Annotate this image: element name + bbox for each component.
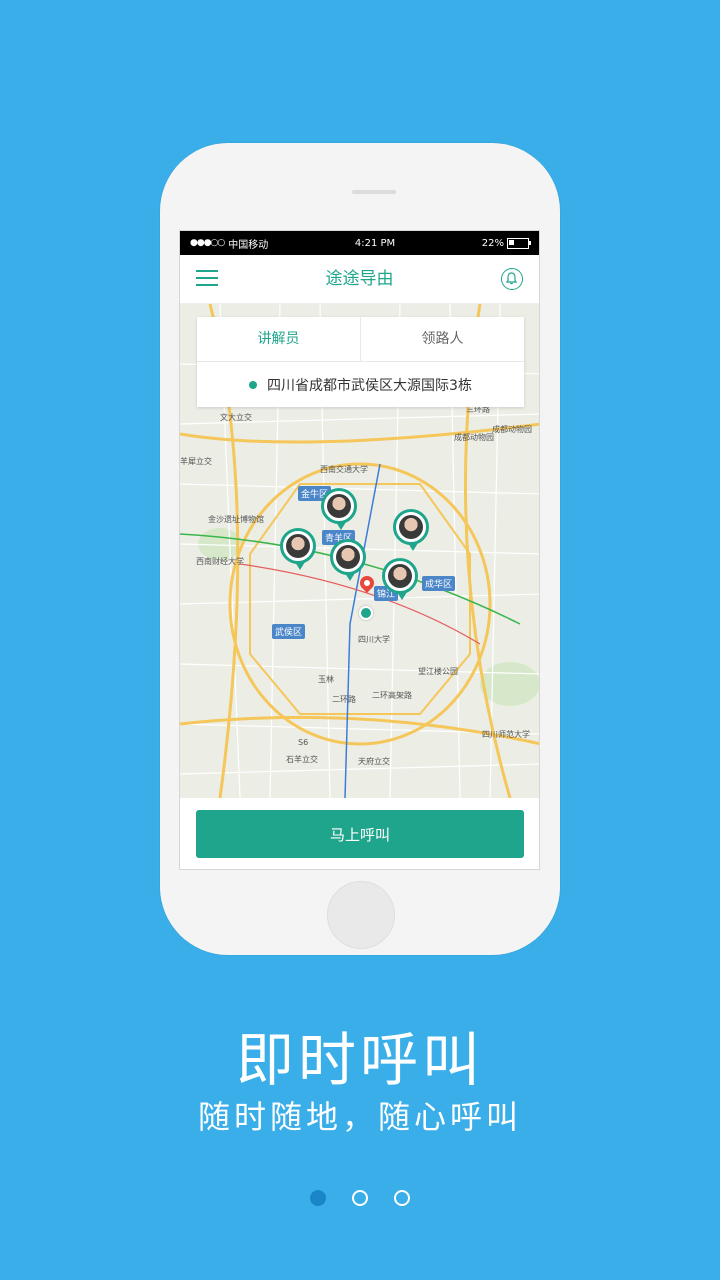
map-label: 成都动物园: [492, 425, 532, 434]
guide-avatar-pin[interactable]: [382, 558, 418, 600]
page-dot[interactable]: [310, 1190, 326, 1206]
map-label: 西南财经大学: [196, 557, 244, 566]
current-location-icon: [359, 606, 373, 620]
district-tag: 成华区: [422, 576, 456, 591]
map-label: 西南交通大学: [320, 465, 368, 474]
map-label: 文大立交: [220, 413, 252, 422]
map-label: 天府立交: [358, 757, 390, 766]
phone-speaker: [352, 190, 396, 194]
map-view[interactable]: 文大立交 成都动物园 成都动物园 西南交通大学 金沙遗址博物馆 西南财经大学 四…: [180, 304, 539, 798]
map-label: 四川师范大学: [482, 730, 530, 739]
carrier-name: 中国移动: [228, 239, 269, 251]
battery-percent: 22%: [481, 237, 504, 249]
status-time: 4:21 PM: [354, 237, 396, 249]
guide-avatar-pin[interactable]: [330, 539, 366, 581]
map-label: 成都动物园: [454, 433, 494, 442]
signal-indicator: ●●●○○: [190, 238, 225, 248]
app-title: 途途导由: [325, 269, 394, 289]
battery-icon: [506, 237, 531, 249]
app-screen: ●●●○○ 中国移动 4:21 PM 22% 途途导由 文大立交 成都动物园 成…: [179, 230, 540, 870]
tab-guide[interactable]: 讲解员: [197, 317, 360, 361]
map-label: 四川大学: [358, 635, 390, 644]
page-dot[interactable]: [352, 1190, 368, 1206]
feature-headline: 即时呼叫: [235, 1026, 484, 1094]
map-label: 二环路: [332, 695, 356, 704]
tab-leader[interactable]: 领路人: [360, 317, 524, 361]
call-now-button[interactable]: 马上呼叫: [196, 810, 524, 858]
guide-avatar-pin[interactable]: [393, 509, 429, 551]
district-tag: 武侯区: [272, 624, 306, 639]
footer-bar: 马上呼叫: [180, 798, 539, 869]
map-label: 羊犀立交: [180, 457, 212, 466]
page-dot[interactable]: [394, 1190, 410, 1206]
navbar: 途途导由: [180, 255, 539, 304]
map-label: 石羊立交: [286, 755, 318, 764]
phone-frame: ●●●○○ 中国移动 4:21 PM 22% 途途导由 文大立交 成都动物园 成…: [160, 143, 560, 955]
guide-avatar-pin[interactable]: [280, 528, 316, 570]
guide-avatar-pin[interactable]: [321, 488, 357, 530]
bell-icon[interactable]: [501, 268, 523, 290]
map-label: 玉林: [318, 675, 334, 684]
search-card: 讲解员 领路人 四川省成都市武侯区大源国际3栋: [197, 317, 524, 407]
map-label: 二环高架路: [372, 691, 412, 700]
map-label: 望江楼公园: [418, 667, 458, 676]
guide-type-tabs: 讲解员 领路人: [197, 317, 524, 362]
feature-subline: 随时随地，随心呼叫: [197, 1098, 522, 1136]
address-text: 四川省成都市武侯区大源国际3栋: [267, 377, 472, 394]
pagination-dots: [0, 1190, 720, 1206]
location-dot-icon: [249, 380, 258, 389]
map-label: 金沙遗址博物馆: [208, 515, 264, 524]
map-label: S6: [298, 738, 309, 747]
home-button[interactable]: [327, 881, 395, 949]
status-bar: ●●●○○ 中国移动 4:21 PM 22%: [180, 231, 539, 255]
address-row[interactable]: 四川省成都市武侯区大源国际3栋: [197, 362, 524, 407]
